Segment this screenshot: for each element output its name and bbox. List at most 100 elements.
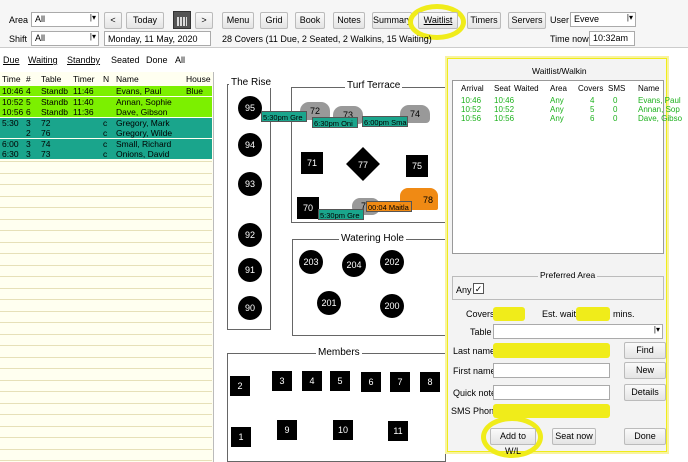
any-label: Any bbox=[456, 285, 472, 295]
table-11[interactable]: 11 bbox=[388, 421, 408, 441]
table-202[interactable]: 202 bbox=[380, 250, 404, 274]
first-name-input[interactable] bbox=[493, 363, 610, 378]
tab-timers[interactable]: Timers bbox=[467, 12, 501, 29]
prev-day-button[interactable]: < bbox=[104, 12, 122, 29]
tab-menu[interactable]: Menu bbox=[222, 12, 254, 29]
list-item[interactable]: 10:46 4 Standb 11:46 Evans, Paul Blue bbox=[0, 86, 212, 96]
table-1[interactable]: 1 bbox=[231, 427, 251, 447]
table-6[interactable]: 6 bbox=[361, 372, 381, 392]
covers-input[interactable] bbox=[493, 307, 525, 321]
table-200[interactable]: 200 bbox=[380, 294, 404, 318]
table-75[interactable]: 75 bbox=[406, 155, 428, 177]
cell-timer: 11:36 bbox=[73, 107, 94, 117]
cell-name: Small, Richard bbox=[116, 138, 172, 149]
table-9[interactable]: 9 bbox=[277, 420, 297, 440]
reservation-tag[interactable]: 5:30pm Gre bbox=[261, 111, 307, 122]
table-91[interactable]: 91 bbox=[238, 258, 262, 282]
reservation-tag[interactable]: 5:30pm Gre bbox=[318, 209, 364, 220]
cell-table: Standb bbox=[41, 107, 68, 117]
table-3[interactable]: 3 bbox=[272, 371, 292, 391]
cell-name: Annan, Sophie bbox=[116, 96, 172, 107]
grid-line bbox=[0, 207, 212, 208]
est-wait-input[interactable] bbox=[576, 307, 610, 321]
filter-all[interactable]: All bbox=[175, 55, 185, 65]
list-item[interactable]: 5:30 3 72 c Gregory, Mark bbox=[0, 117, 212, 128]
table-10[interactable]: 10 bbox=[333, 420, 353, 440]
grid-line bbox=[0, 391, 212, 392]
grid-line bbox=[0, 356, 212, 358]
table-201[interactable]: 201 bbox=[317, 291, 341, 315]
tab-book[interactable]: Book bbox=[295, 12, 325, 29]
list-item[interactable]: 10:52 5 Standb 11:40 Annan, Sophie bbox=[0, 96, 212, 107]
shift-select[interactable]: All |▾ bbox=[31, 31, 99, 46]
filter-seated[interactable]: Seated bbox=[111, 55, 140, 65]
table-5[interactable]: 5 bbox=[330, 371, 350, 391]
time-now-label: Time now bbox=[550, 34, 589, 44]
table-71[interactable]: 71 bbox=[301, 152, 323, 174]
filter-standby[interactable]: Standby bbox=[67, 55, 100, 65]
list-item[interactable]: 6:00 3 74 c Small, Richard bbox=[0, 138, 212, 149]
table-70[interactable]: 70 bbox=[297, 197, 319, 219]
today-button[interactable]: Today bbox=[126, 12, 164, 29]
date-field[interactable]: Monday, 11 May, 2020 bbox=[104, 31, 211, 46]
cell-num: 3 bbox=[26, 138, 31, 149]
table-203[interactable]: 203 bbox=[299, 250, 323, 274]
table-94[interactable]: 94 bbox=[238, 133, 262, 157]
list-item[interactable]: 2 76 c Gregory, Wilde bbox=[0, 128, 212, 138]
tab-servers[interactable]: Servers bbox=[508, 12, 546, 29]
table-90[interactable]: 90 bbox=[238, 296, 262, 320]
calendar-icon[interactable] bbox=[173, 11, 191, 29]
new-button[interactable]: New bbox=[624, 362, 666, 379]
dropdown-arrow-icon: |▾ bbox=[89, 32, 96, 41]
reservation-tag[interactable]: 00:04 Maitla bbox=[366, 201, 412, 212]
grid-line bbox=[0, 448, 212, 450]
cell-num: 6 bbox=[26, 107, 31, 117]
table-8[interactable]: 8 bbox=[420, 372, 440, 392]
table-77-label: 77 bbox=[358, 160, 369, 170]
details-button[interactable]: Details bbox=[624, 384, 666, 401]
filter-done[interactable]: Done bbox=[146, 55, 168, 65]
next-day-button[interactable]: > bbox=[195, 12, 213, 29]
cell-timer: 11:46 bbox=[73, 86, 94, 96]
table-204[interactable]: 204 bbox=[342, 253, 366, 277]
list-item[interactable]: 6:30 3 73 c Onions, David bbox=[0, 149, 212, 159]
find-button[interactable]: Find bbox=[624, 342, 666, 359]
done-button[interactable]: Done bbox=[624, 428, 666, 445]
table-93[interactable]: 93 bbox=[238, 172, 262, 196]
filter-waiting[interactable]: Waiting bbox=[28, 55, 58, 65]
first-name-label: First name bbox=[453, 366, 496, 376]
cell-name: Onions, David bbox=[116, 149, 170, 159]
grid-line bbox=[0, 161, 212, 162]
grid-line bbox=[0, 345, 212, 346]
any-checkbox[interactable]: ✓ bbox=[473, 283, 484, 294]
list-item[interactable]: 10:56 6 Standb 11:36 Dave, Gibson bbox=[0, 107, 212, 117]
table-95[interactable]: 95 bbox=[238, 96, 262, 120]
seat-now-button[interactable]: Seat now bbox=[552, 428, 596, 445]
grid-line bbox=[0, 414, 212, 415]
grid-line bbox=[0, 310, 212, 312]
tab-grid[interactable]: Grid bbox=[260, 12, 288, 29]
tab-notes[interactable]: Notes bbox=[333, 12, 365, 29]
table-select[interactable]: |▾ bbox=[493, 324, 663, 339]
table-7[interactable]: 7 bbox=[390, 372, 410, 392]
table-2[interactable]: 2 bbox=[230, 376, 250, 396]
table-4[interactable]: 4 bbox=[302, 371, 322, 391]
last-name-input[interactable] bbox=[493, 343, 610, 358]
grid-line bbox=[0, 402, 212, 404]
quick-note-input[interactable] bbox=[493, 385, 610, 400]
cell-time: 10:56 bbox=[2, 107, 24, 117]
dropdown-arrow-icon: |▾ bbox=[89, 13, 96, 22]
user-select[interactable]: Eveve |▾ bbox=[570, 12, 636, 27]
area-select[interactable]: All |▾ bbox=[31, 12, 99, 27]
reservation-tag[interactable]: 6:30pm Oni bbox=[312, 117, 358, 128]
dropdown-arrow-icon: |▾ bbox=[626, 13, 633, 22]
table-92[interactable]: 92 bbox=[238, 223, 262, 247]
filter-bar: Due Waiting Standby Seated Done All bbox=[0, 53, 214, 69]
reservation-tag[interactable]: 6:00pm Sma bbox=[362, 116, 408, 127]
tab-summary[interactable]: Summary bbox=[372, 12, 412, 29]
waitlist-row[interactable]: 10:56 10:56 Any 6 0 Dave, Gibso bbox=[453, 114, 682, 124]
cell-time: 6:30 bbox=[2, 149, 19, 159]
add-to-waitlist-button[interactable]: Add to W/L bbox=[490, 428, 536, 456]
tab-waitlist[interactable]: Waitlist bbox=[418, 12, 458, 29]
filter-due[interactable]: Due bbox=[3, 55, 20, 65]
